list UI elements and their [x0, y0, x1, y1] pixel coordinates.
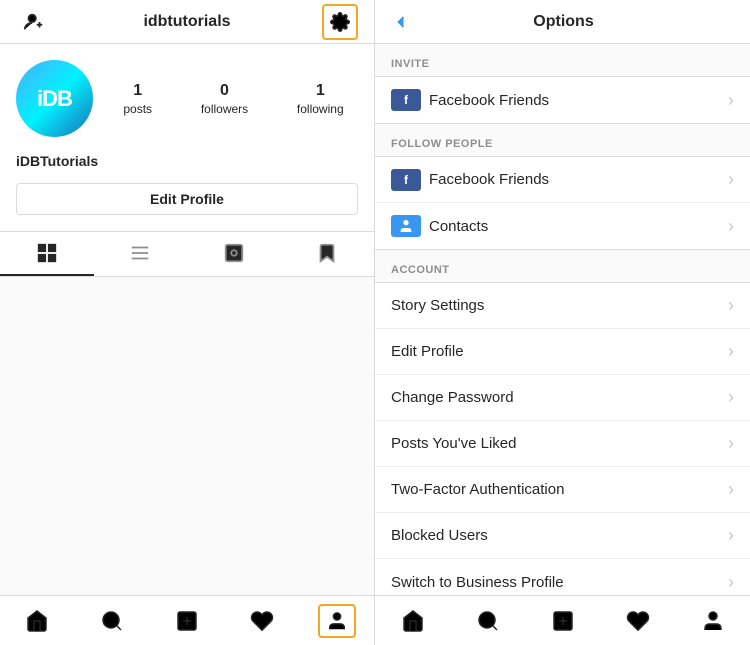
change-password-row[interactable]: Change Password ›: [375, 375, 750, 421]
posts-stat[interactable]: 1 posts: [123, 82, 152, 116]
avatar: iDB: [16, 60, 93, 137]
following-label: following: [297, 102, 344, 116]
following-count: 1: [316, 82, 325, 100]
tab-saved[interactable]: [281, 232, 375, 276]
right-nav-profile[interactable]: [675, 596, 750, 645]
posts-liked-label: Posts You've Liked: [391, 435, 728, 452]
two-factor-row[interactable]: Two-Factor Authentication ›: [375, 467, 750, 513]
username-section: iDBTutorials: [0, 153, 374, 183]
edit-profile-row[interactable]: Edit Profile ›: [375, 329, 750, 375]
chevron-right-icon-10: ›: [728, 572, 734, 593]
fb-friends-invite-row[interactable]: f Facebook Friends ›: [375, 77, 750, 123]
edit-profile-button[interactable]: Edit Profile: [16, 183, 358, 215]
right-nav-heart[interactable]: [600, 596, 675, 645]
fb-friends-invite-label: Facebook Friends: [429, 92, 728, 109]
chevron-right-icon: ›: [728, 90, 734, 111]
blocked-users-label: Blocked Users: [391, 527, 728, 544]
story-settings-label: Story Settings: [391, 297, 728, 314]
chevron-right-icon-3: ›: [728, 216, 734, 237]
grid-content: [0, 277, 374, 595]
nav-heart[interactable]: [224, 596, 299, 645]
options-list: INVITE f Facebook Friends › FOLLOW PEOPL…: [375, 44, 750, 595]
left-header: idbtutorials: [0, 0, 374, 44]
posts-liked-row[interactable]: Posts You've Liked ›: [375, 421, 750, 467]
follow-group: f Facebook Friends › Contacts ›: [375, 156, 750, 250]
nav-profile[interactable]: [299, 596, 374, 645]
back-button[interactable]: [391, 12, 411, 32]
account-group: Story Settings › Edit Profile › Change P…: [375, 282, 750, 595]
two-factor-label: Two-Factor Authentication: [391, 481, 728, 498]
full-username: iDBTutorials: [16, 153, 98, 169]
chevron-right-icon-2: ›: [728, 169, 734, 190]
right-nav-search[interactable]: [450, 596, 525, 645]
left-panel: idbtutorials iDB 1 posts 0 followers 1 f…: [0, 0, 375, 645]
posts-label: posts: [123, 102, 152, 116]
account-section-label: ACCOUNT: [375, 250, 750, 282]
settings-button[interactable]: [322, 4, 358, 40]
right-bottom-nav: [375, 595, 750, 645]
change-password-label: Change Password: [391, 389, 728, 406]
right-nav-add[interactable]: [525, 596, 600, 645]
tab-tagged[interactable]: [187, 232, 281, 276]
fb-friends-follow-row[interactable]: f Facebook Friends ›: [375, 157, 750, 203]
facebook-icon-2: f: [391, 169, 421, 191]
stats-row: 1 posts 0 followers 1 following: [109, 82, 358, 116]
contacts-label: Contacts: [429, 218, 728, 235]
profile-username: idbtutorials: [52, 13, 322, 31]
chevron-right-icon-9: ›: [728, 525, 734, 546]
chevron-right-icon-7: ›: [728, 433, 734, 454]
followers-label: followers: [201, 102, 248, 116]
add-user-button[interactable]: [16, 4, 52, 40]
chevron-right-icon-5: ›: [728, 341, 734, 362]
chevron-right-icon-8: ›: [728, 479, 734, 500]
chevron-right-icon-6: ›: [728, 387, 734, 408]
left-bottom-nav: [0, 595, 374, 645]
facebook-icon: f: [391, 89, 421, 111]
contacts-icon: [391, 215, 421, 237]
switch-business-row[interactable]: Switch to Business Profile ›: [375, 559, 750, 595]
nav-home[interactable]: [0, 596, 75, 645]
fb-friends-follow-label: Facebook Friends: [429, 171, 728, 188]
invite-section-label: INVITE: [375, 44, 750, 76]
nav-add[interactable]: [150, 596, 225, 645]
tab-list[interactable]: [94, 232, 188, 276]
switch-business-label: Switch to Business Profile: [391, 574, 728, 591]
followers-stat[interactable]: 0 followers: [201, 82, 248, 116]
right-nav-home[interactable]: [375, 596, 450, 645]
invite-group: f Facebook Friends ›: [375, 76, 750, 124]
following-stat[interactable]: 1 following: [297, 82, 344, 116]
edit-profile-label: Edit Profile: [391, 343, 728, 360]
profile-section: iDB 1 posts 0 followers 1 following: [0, 44, 374, 153]
followers-count: 0: [220, 82, 229, 100]
story-settings-row[interactable]: Story Settings ›: [375, 283, 750, 329]
blocked-users-row[interactable]: Blocked Users ›: [375, 513, 750, 559]
posts-count: 1: [133, 82, 142, 100]
contacts-row[interactable]: Contacts ›: [375, 203, 750, 249]
right-header: Options: [375, 0, 750, 44]
chevron-right-icon-4: ›: [728, 295, 734, 316]
content-tabs: [0, 231, 374, 277]
right-panel: Options INVITE f Facebook Friends › FOLL…: [375, 0, 750, 645]
options-title: Options: [423, 13, 704, 31]
tab-grid[interactable]: [0, 232, 94, 276]
avatar-text: iDB: [37, 86, 72, 112]
follow-section-label: FOLLOW PEOPLE: [375, 124, 750, 156]
nav-search[interactable]: [75, 596, 150, 645]
